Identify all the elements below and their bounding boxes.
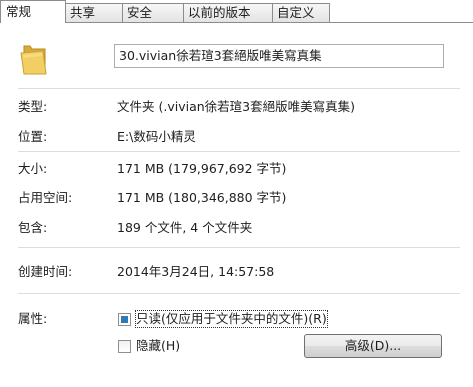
hidden-checkbox-label[interactable]: 隐藏(H)	[136, 338, 180, 354]
folder-name-input[interactable]: 30.vivian徐若瑄3套絕版唯美寫真集	[114, 44, 444, 68]
tab-security[interactable]: 安全	[122, 3, 184, 22]
contains-value: 189 个文件, 4 个文件夹	[117, 220, 253, 235]
attributes-label: 属性:	[18, 311, 48, 326]
contains-label: 包含:	[18, 220, 48, 235]
advanced-button[interactable]: 高级(D)...	[304, 334, 442, 358]
size-on-disk-label: 占用空间:	[18, 190, 73, 205]
separator	[18, 247, 460, 248]
readonly-checkbox-label[interactable]: 只读(仅应用于文件夹中的文件)(R)	[135, 310, 328, 328]
size-on-disk-value: 171 MB (180,346,880 字节)	[117, 190, 287, 205]
type-label: 类型:	[18, 99, 48, 114]
hidden-checkbox[interactable]	[118, 340, 131, 353]
tab-sharing[interactable]: 共享	[65, 3, 123, 22]
location-value: E:\数码小精灵	[117, 129, 196, 144]
tab-customize[interactable]: 自定义	[272, 3, 330, 22]
size-label: 大小:	[18, 161, 48, 176]
readonly-checkbox[interactable]	[118, 313, 131, 326]
separator	[18, 88, 460, 89]
tab-bar: 常规 共享 安全 以前的版本 自定义	[0, 0, 473, 23]
separator	[18, 151, 460, 152]
separator	[18, 293, 460, 294]
location-label: 位置:	[18, 129, 48, 144]
size-value: 171 MB (179,967,692 字节)	[117, 161, 287, 176]
tab-previous-versions[interactable]: 以前的版本	[183, 3, 273, 22]
folder-icon	[18, 40, 48, 76]
created-label: 创建时间:	[18, 264, 73, 279]
tab-general[interactable]: 常规	[0, 0, 66, 23]
type-value: 文件夹 (.vivian徐若瑄3套絕版唯美寫真集)	[117, 99, 355, 114]
created-value: 2014年3月24日, 14:57:58	[117, 264, 275, 279]
